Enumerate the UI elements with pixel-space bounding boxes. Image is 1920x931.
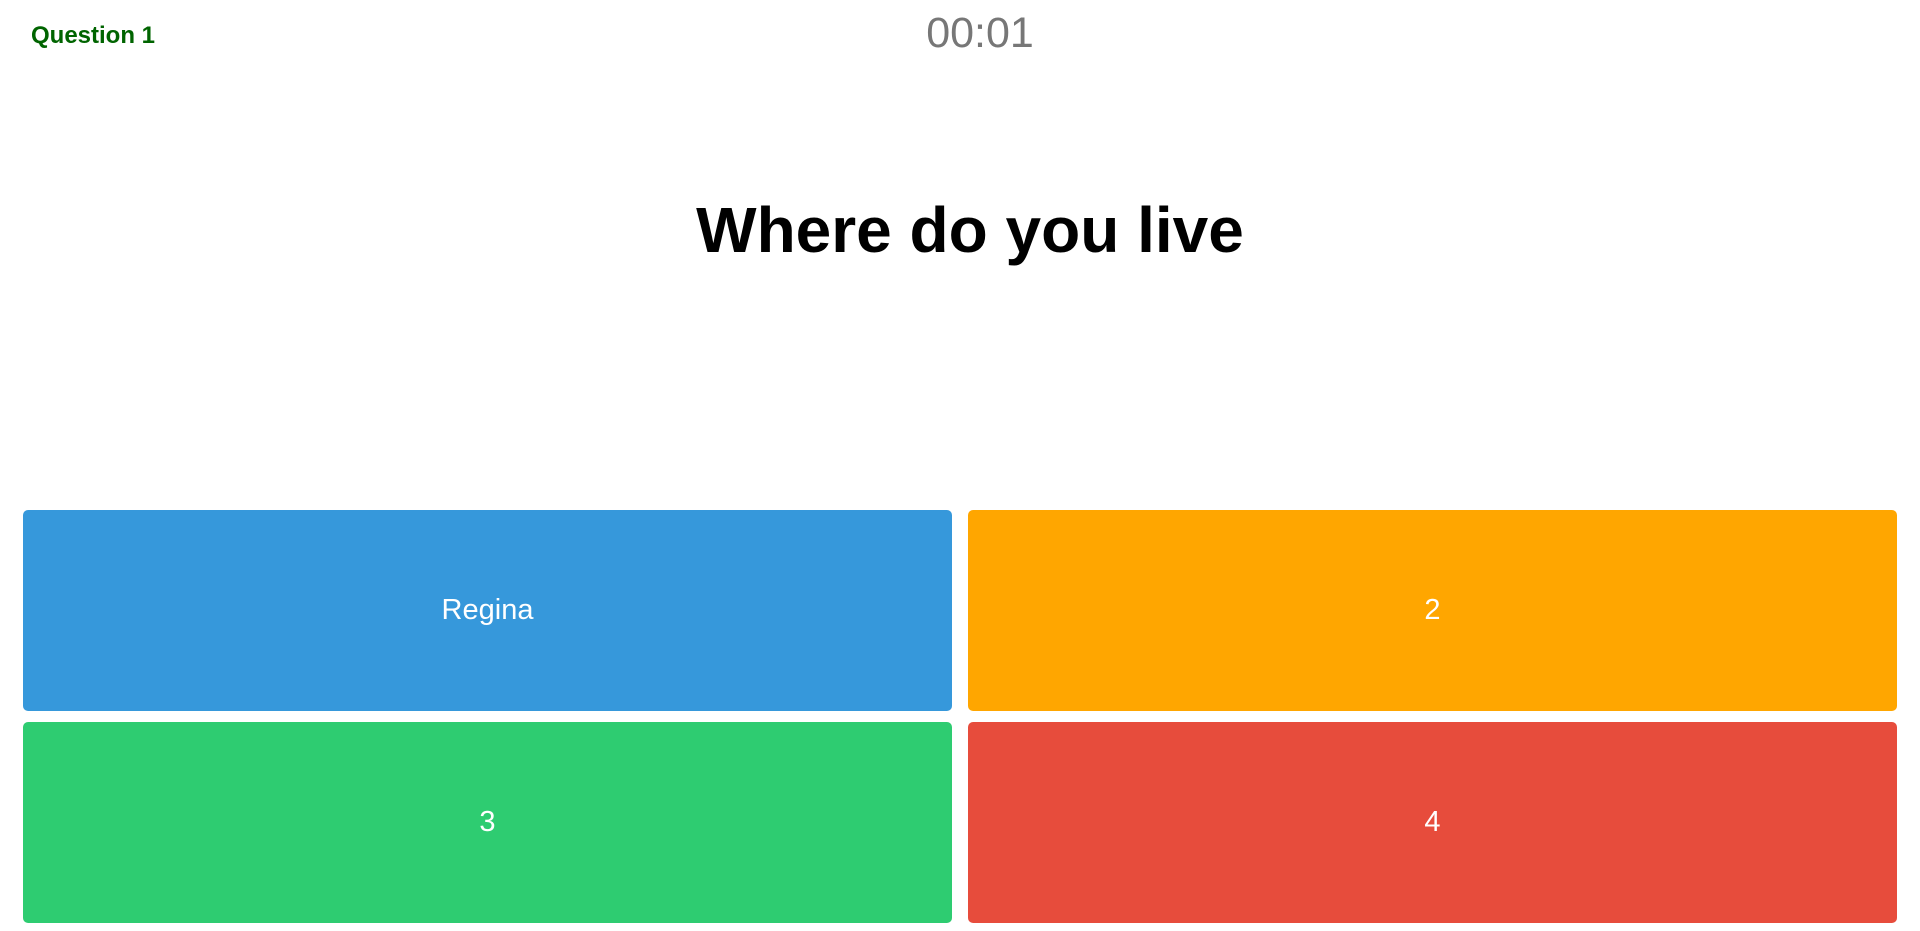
answer-button-2[interactable]: 2 bbox=[968, 510, 1897, 711]
answer-button-3[interactable]: 3 bbox=[23, 722, 952, 923]
timer-display: 00:01 bbox=[926, 9, 1034, 57]
quiz-page: Question 1 00:01 Where do you live Regin… bbox=[0, 0, 1920, 931]
answer-button-4[interactable]: 4 bbox=[968, 722, 1897, 923]
answer-label-3: 3 bbox=[479, 806, 496, 838]
answer-label-4: 4 bbox=[1424, 806, 1441, 838]
answer-label-2: 2 bbox=[1424, 594, 1441, 626]
question-title: Where do you live bbox=[696, 194, 1244, 266]
answer-grid: Regina 2 3 4 bbox=[23, 510, 1897, 924]
answer-label-1: Regina bbox=[441, 594, 534, 626]
answer-button-1[interactable]: Regina bbox=[23, 510, 952, 711]
